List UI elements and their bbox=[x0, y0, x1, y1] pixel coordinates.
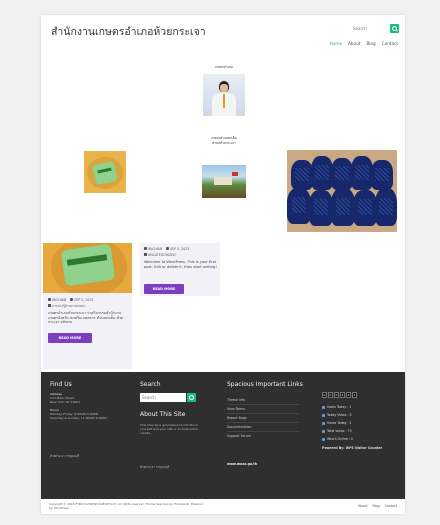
bottom-nav-contact[interactable]: Contact bbox=[385, 504, 397, 508]
read-more-button[interactable]: READ MORE bbox=[48, 333, 92, 343]
stat-total-views: Total views : 73 bbox=[327, 429, 352, 433]
post-meta: WICHIAN SEP 5, 2023 bbox=[144, 247, 189, 251]
nav-contact[interactable]: Contact bbox=[382, 41, 398, 46]
chart-icon bbox=[322, 429, 325, 433]
fruit-photo[interactable] bbox=[84, 151, 126, 193]
nav-blog[interactable]: Blog bbox=[366, 41, 375, 46]
bottom-nav: About Blog Contact bbox=[358, 504, 397, 508]
counter-digit: 3 bbox=[340, 392, 345, 398]
footer-link[interactable]: Theme Info bbox=[227, 398, 245, 402]
copyright: Copyright © 2024 สำนักงานเกษตรอำเภอห้วยก… bbox=[49, 502, 249, 510]
site-footer: Find Us Address 123 Main Street New York… bbox=[41, 372, 405, 499]
nav-about[interactable]: About bbox=[348, 41, 360, 46]
main-nav: Home About Blog Contact bbox=[330, 41, 398, 46]
visitor-counter: 0 0 0 3 2 1 bbox=[322, 392, 357, 398]
stat-row: Today Views : 3 bbox=[322, 413, 352, 417]
eye-icon bbox=[322, 421, 325, 425]
header-search bbox=[353, 24, 399, 33]
about-heading: About This Site bbox=[140, 411, 186, 418]
counter-digit: 2 bbox=[346, 392, 351, 398]
post-author[interactable]: WICHIAN bbox=[52, 298, 66, 302]
about-text: credits. bbox=[140, 431, 152, 435]
post-card: WICHIAN SEP 5, 2023 สาระน่ารู้ด้านการเกษ… bbox=[43, 243, 132, 369]
copyright-line: by: WordPress. bbox=[49, 506, 70, 510]
user-icon bbox=[322, 405, 325, 409]
user-icon bbox=[144, 247, 147, 250]
post-meta: WICHIAN SEP 5, 2023 bbox=[48, 298, 93, 302]
hours-line: Saturday & Sunday: 11:00AM–3:00PM bbox=[50, 416, 107, 420]
stat-row: Who's Online : 0 bbox=[322, 437, 353, 441]
post-date[interactable]: SEP 5, 2023 bbox=[74, 298, 93, 302]
links-heading: Spacious Important Links bbox=[227, 381, 303, 388]
folder-icon bbox=[144, 253, 147, 256]
footer-search-input[interactable] bbox=[140, 393, 186, 402]
counter-digit: 0 bbox=[322, 392, 327, 398]
powered-by[interactable]: Powered By: WPS Visitor Counter bbox=[322, 446, 382, 450]
post-date[interactable]: SEP 5, 2023 bbox=[170, 247, 189, 251]
search-icon[interactable] bbox=[390, 24, 399, 33]
footer-link[interactable]: Documentation bbox=[227, 425, 252, 429]
post-excerpt: Welcome to WordPress. This is your first… bbox=[144, 260, 217, 269]
footer-extra-link[interactable]: www.moac.go.th bbox=[227, 462, 257, 466]
counter-digit: 1 bbox=[352, 392, 357, 398]
post-category-link[interactable]: UNCATEGORIZED bbox=[148, 253, 176, 257]
field-photo[interactable] bbox=[202, 165, 246, 198]
find-us-heading: Find Us bbox=[50, 381, 72, 388]
stat-row: Users Today : 1 bbox=[322, 405, 351, 409]
page: สำนักงานเกษตรอำเภอห้วยกระเจา Home About … bbox=[41, 15, 405, 514]
address-line: New York, NY 10001 bbox=[50, 400, 81, 404]
post-author[interactable]: WICHIAN bbox=[148, 247, 162, 251]
stat-today-views: Today Views : 3 bbox=[327, 413, 352, 417]
folder-icon bbox=[48, 304, 51, 307]
post-thumbnail[interactable] bbox=[43, 243, 132, 293]
bottom-bar: Copyright © 2024 สำนักงานเกษตรอำเภอห้วยก… bbox=[41, 499, 405, 514]
stat-row: Views Today : 1 bbox=[322, 421, 352, 425]
counter-digit: 0 bbox=[334, 392, 339, 398]
stat-online: Who's Online : 0 bbox=[327, 437, 354, 441]
read-more-button[interactable]: READ MORE bbox=[144, 284, 184, 294]
search-input[interactable] bbox=[353, 24, 387, 33]
stat-users-today: Users Today : 1 bbox=[327, 405, 352, 409]
find-us-extra: ห้วยกระเจา กาญจนบุรี bbox=[50, 454, 80, 458]
nav-home[interactable]: Home bbox=[330, 41, 342, 46]
site-title[interactable]: สำนักงานเกษตรอำเภอห้วยกระเจา bbox=[51, 23, 206, 40]
calendar-icon bbox=[166, 247, 170, 250]
bottom-nav-blog[interactable]: Blog bbox=[373, 504, 380, 508]
post-category: UNCATEGORIZED bbox=[144, 253, 176, 257]
footer-search-heading: Search bbox=[140, 381, 161, 388]
post-card: WICHIAN SEP 5, 2023 UNCATEGORIZED Welcom… bbox=[140, 243, 220, 296]
post-category-link[interactable]: สาระน่ารู้ด้านการเกษตร bbox=[52, 304, 85, 308]
footer-link[interactable]: Support Forum bbox=[227, 434, 251, 438]
about-extra: ห้วยกระเจา กาญจนบุรี bbox=[140, 465, 170, 469]
agriculture-officer-photo[interactable] bbox=[203, 74, 245, 116]
chart-icon bbox=[322, 413, 325, 417]
footer-link[interactable]: Report Bugs bbox=[227, 416, 246, 420]
footer-link[interactable]: View Demo bbox=[227, 407, 245, 411]
calendar-icon bbox=[70, 298, 74, 301]
counter-digit: 0 bbox=[328, 392, 333, 398]
user-icon bbox=[48, 298, 51, 301]
field-caption-2: ตำบลห้วยกระเจา bbox=[212, 141, 236, 145]
footer-search bbox=[140, 393, 196, 402]
search-icon[interactable] bbox=[187, 393, 196, 402]
bags-photo[interactable] bbox=[287, 150, 397, 232]
portrait-caption: เกษตรอำเภอ bbox=[215, 65, 233, 69]
bottom-nav-about[interactable]: About bbox=[358, 504, 367, 508]
post-category: สาระน่ารู้ด้านการเกษตร bbox=[48, 304, 85, 309]
stat-row: Total views : 73 bbox=[322, 429, 352, 433]
stat-views-today: Views Today : 1 bbox=[327, 421, 352, 425]
online-icon bbox=[322, 437, 325, 441]
post-excerpt: เกษตรอำเภอห้วยกระเจา ร่วมกิจกรรมสำนักงาน… bbox=[48, 311, 124, 325]
